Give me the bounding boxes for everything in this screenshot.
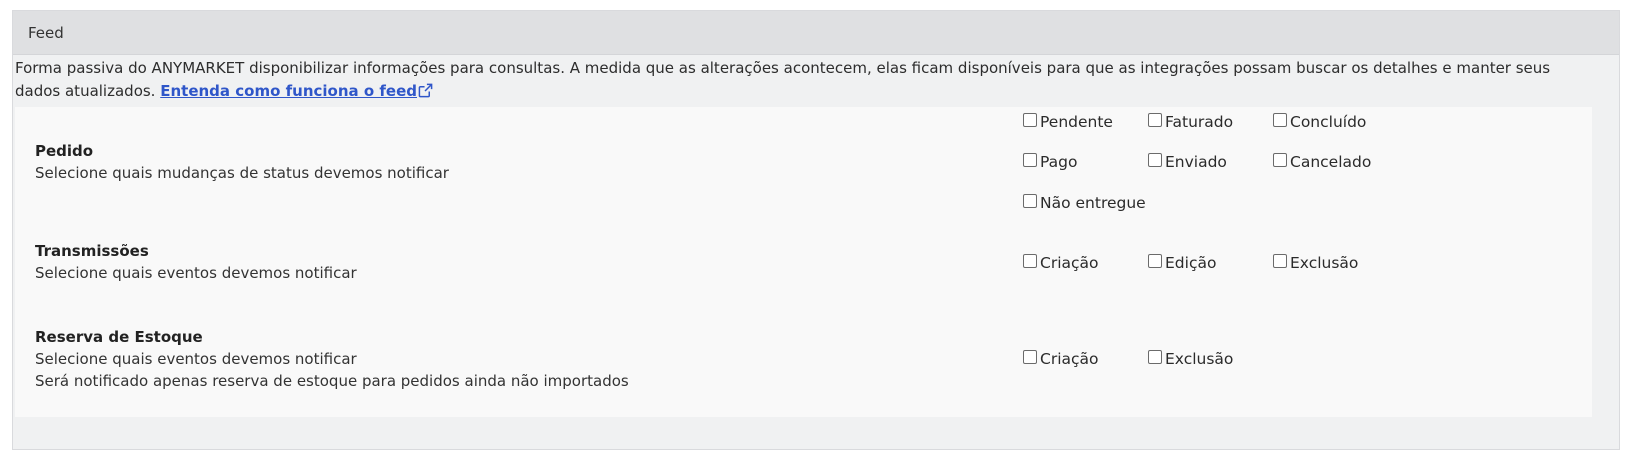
checkbox-label: Pendente (1040, 113, 1113, 131)
checkbox-transmissoes-criacao[interactable]: Criação (1023, 254, 1099, 272)
checkbox-label: Exclusão (1165, 350, 1234, 368)
checkbox-label: Cancelado (1290, 153, 1372, 171)
checkbox-box[interactable] (1023, 350, 1037, 364)
checkbox-label: Edição (1165, 254, 1217, 272)
section-pedido: Pedido Selecione quais mudanças de statu… (35, 140, 449, 184)
checkbox-box[interactable] (1148, 113, 1162, 127)
checkbox-box[interactable] (1148, 153, 1162, 167)
checkbox-transmissoes-exclusao[interactable]: Exclusão (1273, 254, 1358, 272)
feed-help-link-label: Entenda como funciona o feed (160, 82, 417, 100)
checkbox-label: Concluído (1290, 113, 1367, 131)
checkbox-pedido-concluido[interactable]: Concluído (1273, 113, 1366, 131)
section-title: Reserva de Estoque (35, 328, 203, 346)
section-note: Será notificado apenas reserva de estoqu… (35, 372, 629, 390)
checkbox-pedido-pago[interactable]: Pago (1023, 153, 1077, 171)
checkbox-reserva-criacao[interactable]: Criação (1023, 350, 1099, 368)
section-reserva-estoque: Reserva de Estoque Selecione quais event… (35, 326, 629, 392)
checkbox-box[interactable] (1273, 153, 1287, 167)
checkbox-pedido-enviado[interactable]: Enviado (1148, 153, 1227, 171)
checkbox-label: Criação (1040, 350, 1099, 368)
panel-title: Feed (28, 23, 64, 42)
checkbox-label: Não entregue (1040, 194, 1146, 212)
section-title: Pedido (35, 142, 94, 160)
section-subtitle: Selecione quais mudanças de status devem… (35, 164, 449, 182)
feed-settings-content: Pedido Selecione quais mudanças de statu… (15, 107, 1592, 417)
feed-help-link[interactable]: Entenda como funciona o feed (160, 82, 417, 100)
section-subtitle: Selecione quais eventos devemos notifica… (35, 350, 357, 368)
panel-header: Feed (13, 11, 1619, 55)
checkbox-box[interactable] (1273, 254, 1287, 268)
checkbox-box[interactable] (1023, 113, 1037, 127)
checkbox-label: Faturado (1165, 113, 1234, 131)
checkbox-transmissoes-edicao[interactable]: Edição (1148, 254, 1216, 272)
external-link-icon[interactable] (418, 83, 433, 98)
checkbox-pedido-faturado[interactable]: Faturado (1148, 113, 1233, 131)
checkbox-box[interactable] (1148, 254, 1162, 268)
feed-description: Forma passiva do ANYMARKET disponibiliza… (15, 57, 1600, 103)
checkbox-label: Criação (1040, 254, 1099, 272)
checkbox-pedido-pendente[interactable]: Pendente (1023, 113, 1113, 131)
checkbox-box[interactable] (1273, 113, 1287, 127)
checkbox-box[interactable] (1148, 350, 1162, 364)
checkbox-label: Enviado (1165, 153, 1227, 171)
checkbox-box[interactable] (1023, 254, 1037, 268)
section-subtitle: Selecione quais eventos devemos notifica… (35, 264, 357, 282)
checkbox-label: Pago (1040, 153, 1078, 171)
checkbox-label: Exclusão (1290, 254, 1359, 272)
checkbox-box[interactable] (1023, 194, 1037, 208)
section-transmissoes: Transmissões Selecione quais eventos dev… (35, 240, 357, 284)
checkbox-pedido-cancelado[interactable]: Cancelado (1273, 153, 1371, 171)
checkbox-pedido-nao-entregue[interactable]: Não entregue (1023, 194, 1146, 212)
section-title: Transmissões (35, 242, 149, 260)
checkbox-box[interactable] (1023, 153, 1037, 167)
checkbox-reserva-exclusao[interactable]: Exclusão (1148, 350, 1233, 368)
